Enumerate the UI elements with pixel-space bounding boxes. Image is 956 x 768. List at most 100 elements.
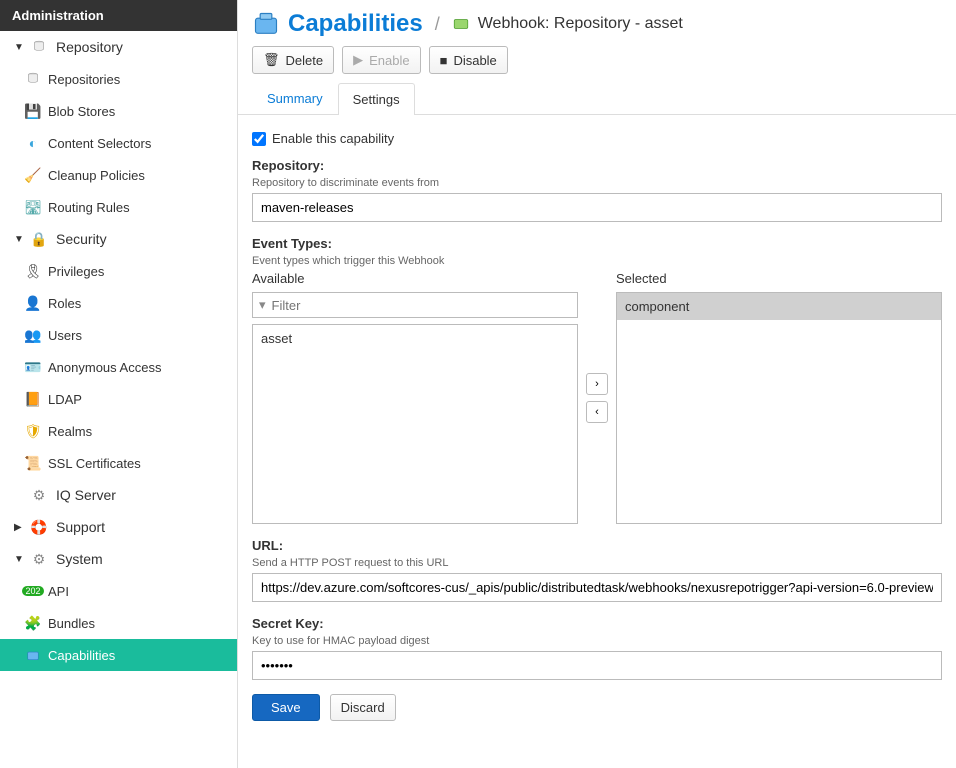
sidebar-group-repository[interactable]: ▼ Repository: [0, 31, 237, 63]
move-left-button[interactable]: ‹: [586, 401, 608, 423]
caret-icon: ▼: [14, 234, 26, 245]
admin-sidebar: Administration ▼ Repository Repositories 💾 B…: [0, 0, 238, 768]
available-filter-input[interactable]: [272, 298, 571, 313]
route-icon: 🛣: [24, 199, 42, 215]
sidebar-item-label: Anonymous Access: [48, 360, 161, 375]
sidebar-item-label: Bundles: [48, 616, 95, 631]
selected-listbox[interactable]: component: [616, 292, 942, 524]
filter-icon: ▾: [259, 297, 266, 313]
sidebar-item-ssl-certificates[interactable]: 📜 SSL Certificates: [0, 447, 237, 479]
sidebar-item-routing-rules[interactable]: 🛣 Routing Rules: [0, 191, 237, 223]
enable-capability-checkbox[interactable]: [252, 132, 266, 146]
gear-icon: ⚙: [30, 551, 48, 567]
capabilities-icon: [252, 10, 280, 38]
available-filter[interactable]: ▾: [252, 292, 578, 318]
sidebar-group-label: Security: [56, 231, 107, 247]
stop-icon: ■: [440, 53, 448, 68]
tab-summary[interactable]: Summary: [252, 82, 338, 114]
sidebar-item-users[interactable]: 👥Users: [0, 319, 237, 351]
url-desc: Send a HTTP POST request to this URL: [252, 557, 942, 569]
sidebar-item-repositories[interactable]: Repositories: [0, 63, 237, 95]
selector-icon: ◐: [24, 135, 42, 151]
sidebar-group-system[interactable]: ▼⚙System: [0, 543, 237, 575]
repository-input[interactable]: [252, 193, 942, 222]
caret-icon: ▼: [14, 42, 26, 53]
main-panel: Capabilities / Webhook: Repository - ass…: [238, 0, 956, 768]
sidebar-item-privileges[interactable]: 🎗Privileges: [0, 255, 237, 287]
disable-button[interactable]: ■ Disable: [429, 46, 508, 74]
certificate-icon: 📜: [24, 455, 42, 471]
move-right-button[interactable]: ›: [586, 373, 608, 395]
secret-input[interactable]: [252, 651, 942, 680]
sidebar-group-security[interactable]: ▼ 🔒 Security: [0, 223, 237, 255]
sidebar-group-label: System: [56, 551, 103, 567]
sidebar-item-bundles[interactable]: 🧩 Bundles: [0, 607, 237, 639]
sidebar-item-label: Blob Stores: [48, 104, 115, 119]
broom-icon: 🧹: [24, 167, 42, 183]
sidebar-group-label: Support: [56, 519, 105, 535]
sidebar-item-label: Roles: [48, 296, 81, 311]
database-icon: [30, 39, 48, 55]
selected-label: Selected: [616, 271, 942, 286]
tabs: Summary Settings: [238, 82, 956, 115]
sidebar-item-anonymous-access[interactable]: 🪪 Anonymous Access: [0, 351, 237, 383]
iq-icon: ⚙: [30, 487, 48, 503]
sidebar-item-blob-stores[interactable]: 💾 Blob Stores: [0, 95, 237, 127]
enable-label: Enable: [369, 53, 409, 68]
enable-button[interactable]: ▶ Enable: [342, 46, 420, 74]
sidebar-item-label: API: [48, 584, 69, 599]
box-icon: [24, 647, 42, 663]
sidebar-item-ldap[interactable]: 📙LDAP: [0, 383, 237, 415]
available-label: Available: [252, 271, 578, 286]
selected-item[interactable]: component: [617, 293, 941, 320]
play-icon: ▶: [353, 52, 363, 68]
sidebar-item-cleanup-policies[interactable]: 🧹Cleanup Policies: [0, 159, 237, 191]
sidebar-item-label: SSL Certificates: [48, 456, 141, 471]
sidebar-item-content-selectors[interactable]: ◐ Content Selectors: [0, 127, 237, 159]
sidebar-header: Administration: [0, 0, 237, 31]
available-listbox[interactable]: asset: [252, 324, 578, 524]
event-types-dual-list: Available ▾ asset › ‹ Selected component: [252, 271, 942, 524]
trash-icon: 🗑: [263, 52, 280, 68]
sidebar-item-label: Users: [48, 328, 82, 343]
lock-icon: 🔒: [30, 231, 48, 247]
caret-icon: ▶: [14, 522, 26, 533]
save-button[interactable]: Save: [252, 694, 320, 721]
sidebar-item-label: Routing Rules: [48, 200, 130, 215]
url-input[interactable]: [252, 573, 942, 602]
book-icon: 📙: [24, 391, 42, 407]
user-role-icon: 👤: [24, 295, 42, 311]
ribbon-icon: 🎗: [24, 263, 42, 279]
secret-desc: Key to use for HMAC payload digest: [252, 635, 942, 647]
repository-desc: Repository to discriminate events from: [252, 177, 942, 189]
sidebar-item-capabilities[interactable]: Capabilities: [0, 639, 237, 671]
sidebar-group-label: Repository: [56, 39, 123, 55]
sidebar-group-iq-server[interactable]: ⚙IQ Server: [0, 479, 237, 511]
delete-button[interactable]: 🗑 Delete: [252, 46, 334, 74]
database-icon: [24, 71, 42, 87]
sidebar-item-label: Capabilities: [48, 648, 115, 663]
badge-icon: 202: [24, 583, 42, 599]
sidebar-group-support[interactable]: ▶ 🛟 Support: [0, 511, 237, 543]
disable-label: Disable: [453, 53, 496, 68]
id-card-icon: 🪪: [24, 359, 42, 375]
repository-label: Repository:: [252, 158, 942, 173]
support-icon: 🛟: [30, 519, 48, 535]
tab-settings[interactable]: Settings: [338, 83, 415, 115]
chevron-left-icon: ‹: [595, 406, 599, 418]
sidebar-item-realms[interactable]: 🛡Realms: [0, 415, 237, 447]
secret-label: Secret Key:: [252, 616, 942, 631]
sidebar-item-label: Realms: [48, 424, 92, 439]
sidebar-item-api[interactable]: 202 API: [0, 575, 237, 607]
blob-icon: 💾: [24, 103, 42, 119]
sidebar-item-label: Repositories: [48, 72, 120, 87]
toolbar: 🗑 Delete ▶ Enable ■ Disable: [238, 46, 956, 82]
puzzle-icon: 🧩: [24, 615, 42, 631]
enable-capability-label: Enable this capability: [272, 131, 394, 146]
sidebar-item-roles[interactable]: 👤 Roles: [0, 287, 237, 319]
breadcrumb-separator: /: [431, 14, 444, 35]
discard-button[interactable]: Discard: [330, 694, 396, 721]
url-label: URL:: [252, 538, 942, 553]
available-item[interactable]: asset: [253, 325, 577, 352]
sidebar-item-label: Content Selectors: [48, 136, 151, 151]
